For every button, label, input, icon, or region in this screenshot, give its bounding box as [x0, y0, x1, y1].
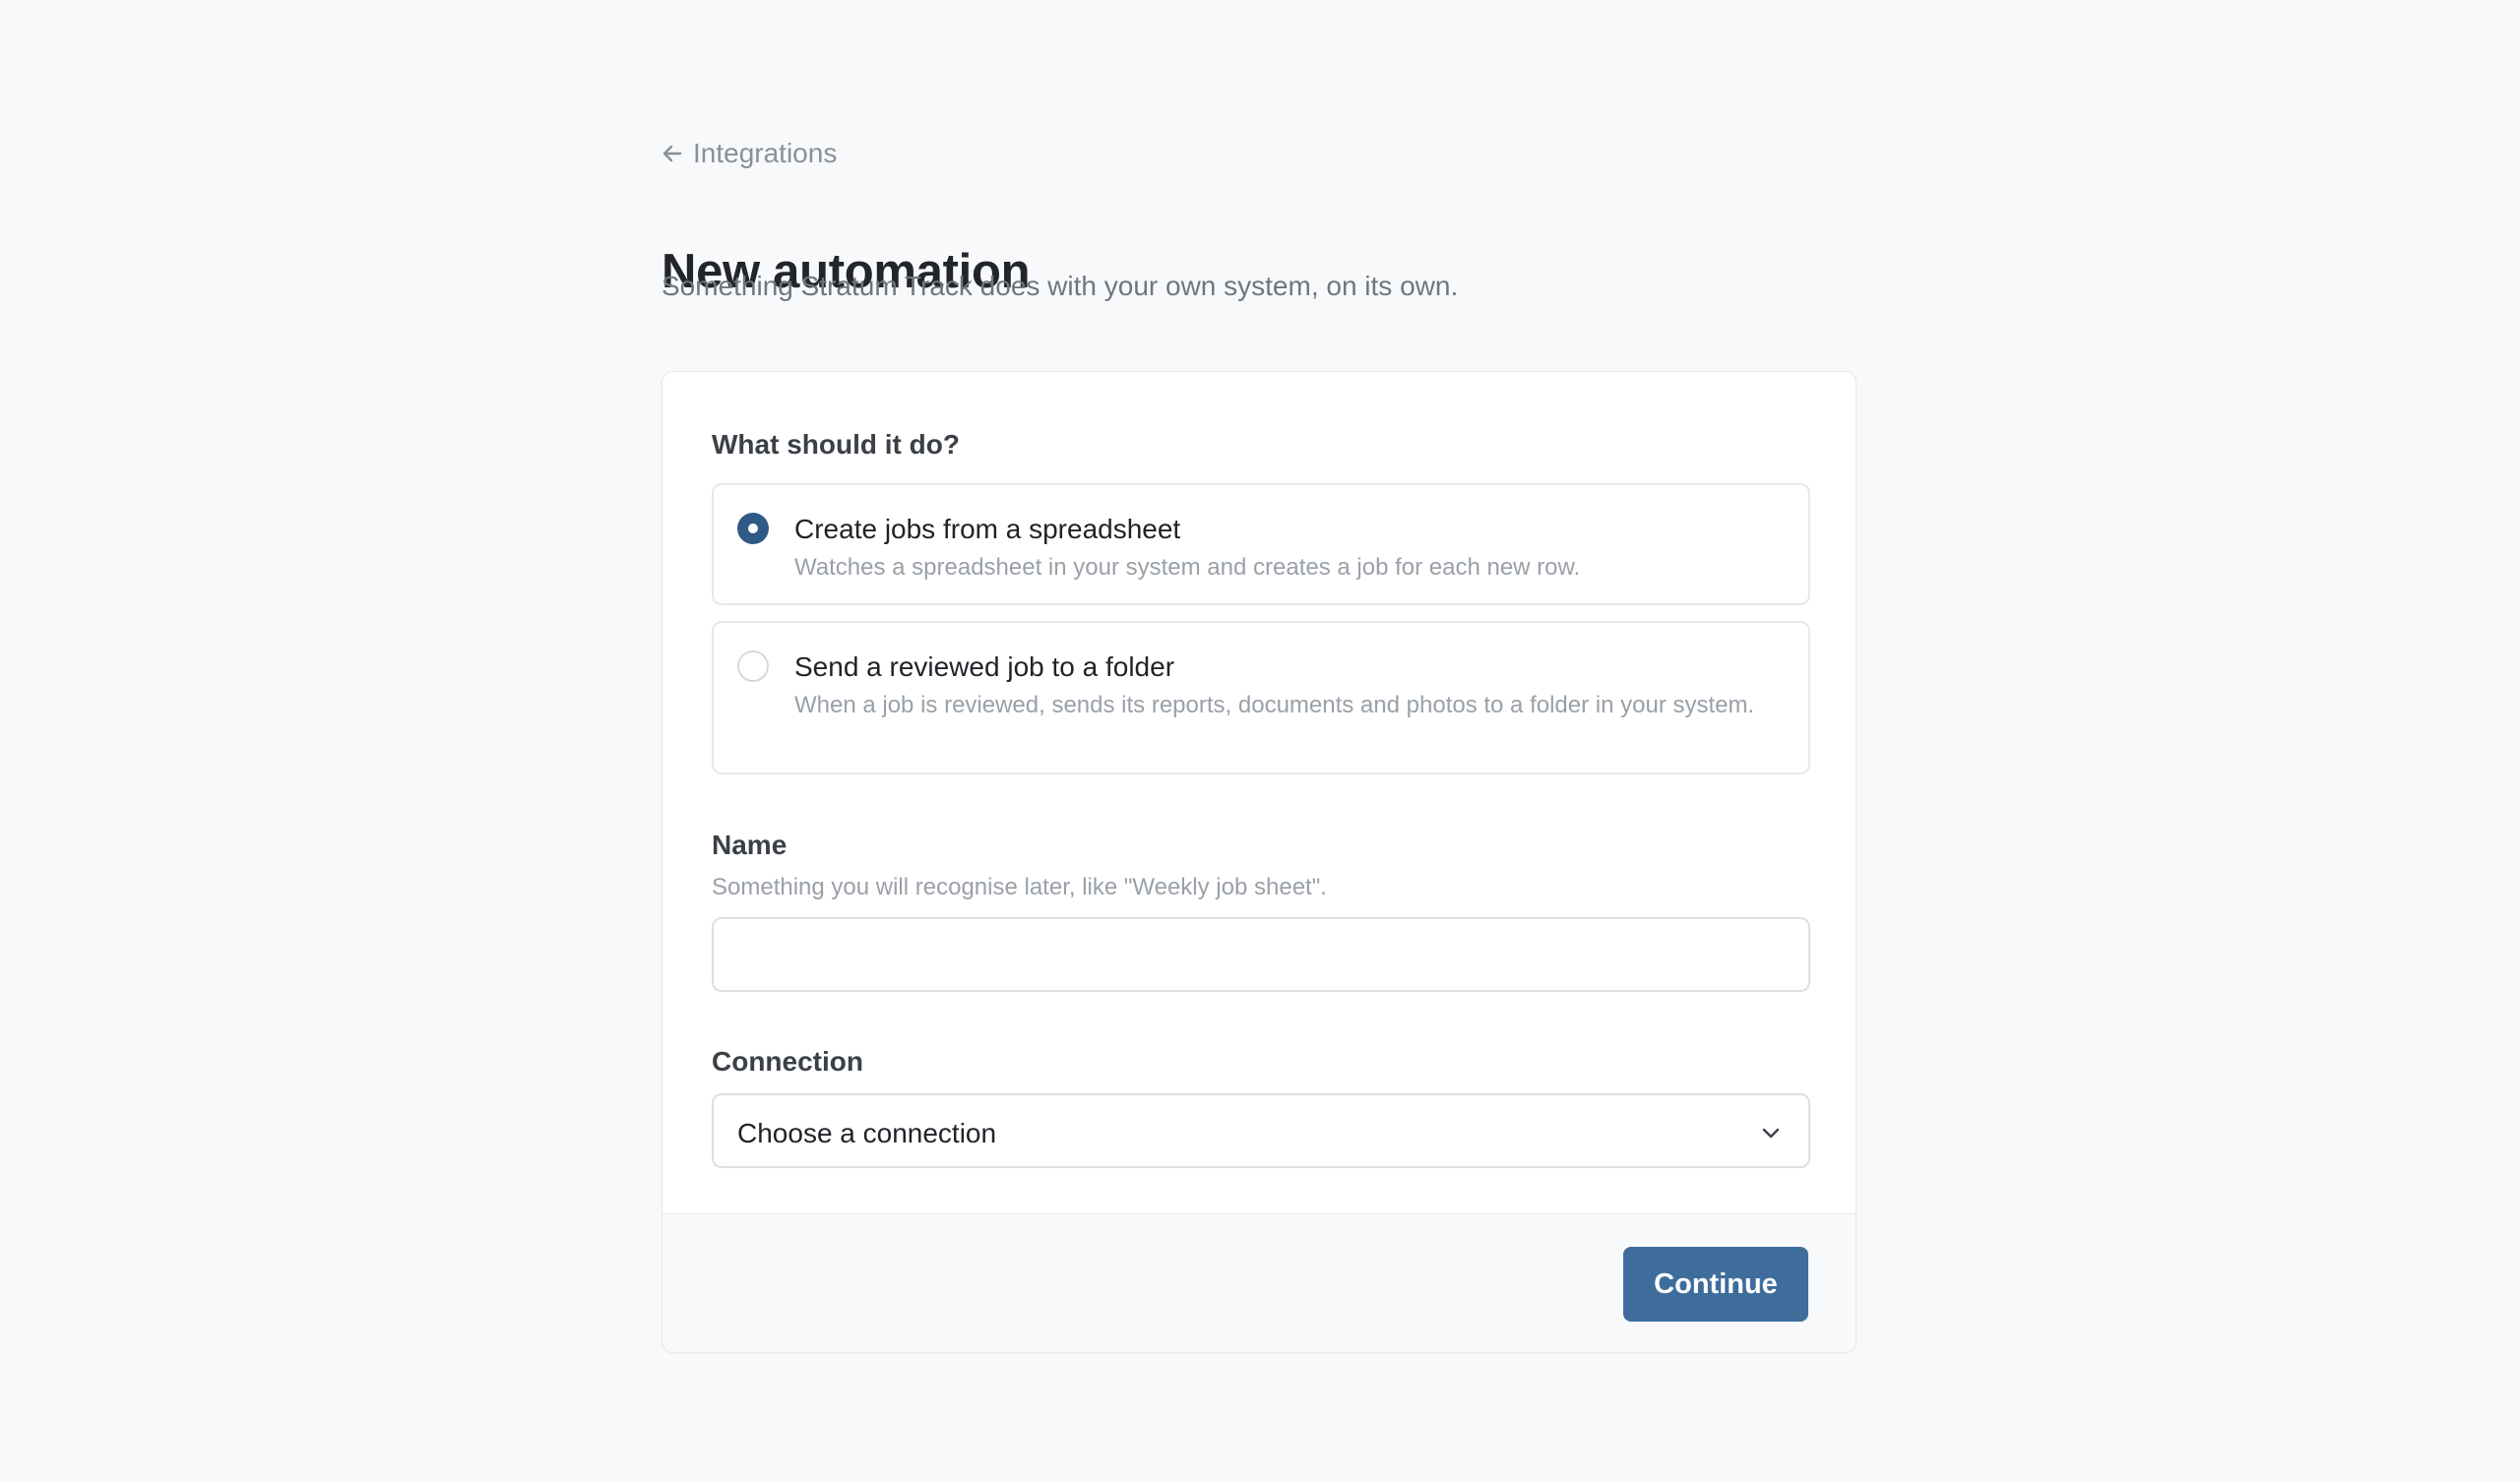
arrow-left-icon [662, 143, 683, 164]
option-description: When a job is reviewed, sends its report… [794, 692, 1755, 718]
form-footer: Continue [662, 1213, 1856, 1352]
radio-send-reviewed-job[interactable] [737, 650, 769, 682]
chevron-down-icon [1759, 1121, 1783, 1144]
name-field-label: Name [712, 830, 788, 860]
connection-select[interactable]: Choose a connection [712, 1093, 1810, 1168]
back-link-label: Integrations [693, 138, 838, 168]
page-subtitle: Something Stratum Track does with your o… [662, 271, 1459, 301]
back-link-integrations[interactable]: Integrations [662, 134, 837, 173]
option-create-jobs-from-spreadsheet[interactable]: Create jobs from a spreadsheet Watches a… [712, 483, 1810, 605]
option-description: Watches a spreadsheet in your system and… [794, 554, 1581, 581]
connection-field-label: Connection [712, 1046, 863, 1077]
option-title: Create jobs from a spreadsheet [794, 514, 1181, 544]
continue-button[interactable]: Continue [1623, 1247, 1808, 1322]
option-send-reviewed-job-to-folder[interactable]: Send a reviewed job to a folder When a j… [712, 621, 1810, 774]
name-field-help: Something you will recognise later, like… [712, 874, 1327, 900]
action-question-label: What should it do? [712, 429, 960, 460]
name-input[interactable] [712, 917, 1810, 992]
connection-select-value: Choose a connection [737, 1118, 997, 1148]
automation-form-card: What should it do? Create jobs from a sp… [662, 371, 1857, 1353]
radio-create-jobs[interactable] [737, 513, 769, 544]
option-title: Send a reviewed job to a folder [794, 651, 1175, 682]
